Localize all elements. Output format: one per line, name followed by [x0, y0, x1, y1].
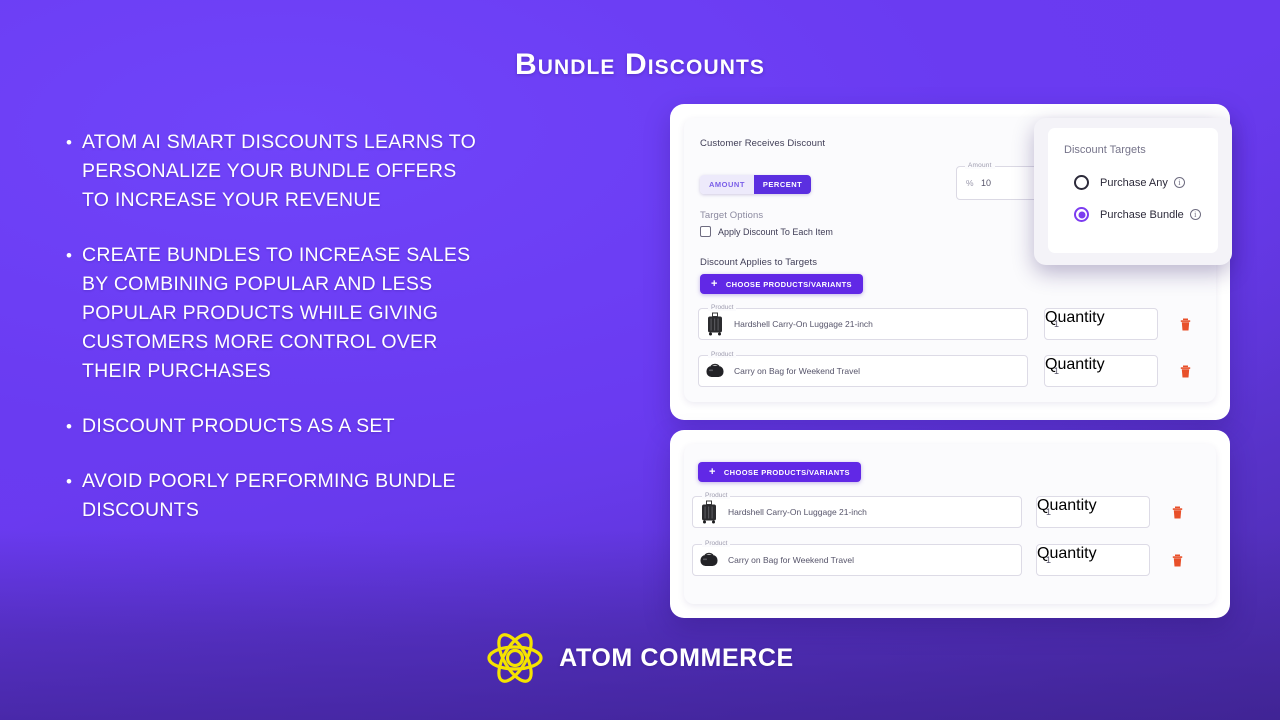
- target-options-label: Target Options: [700, 210, 764, 221]
- apply-each-item-label: Apply Discount To Each Item: [718, 226, 833, 237]
- bullet-dot-icon: •: [66, 417, 72, 436]
- radio-label: Purchase Any: [1100, 176, 1168, 189]
- quantity-input-value[interactable]: 1: [1046, 507, 1051, 517]
- amount-field-legend: Amount: [965, 162, 995, 169]
- duffel-bag-icon: [704, 359, 726, 383]
- feature-bullet-list: • Atom AI Smart Discounts learns to pers…: [66, 128, 486, 551]
- delete-row-icon[interactable]: [1180, 318, 1191, 331]
- product-field-legend: Product: [702, 492, 731, 499]
- percent-prefix-icon: %: [966, 178, 974, 188]
- tab-percent[interactable]: PERCENT: [753, 175, 812, 194]
- atom-icon: [486, 629, 544, 687]
- radio-icon[interactable]: [1074, 175, 1089, 190]
- bundle-products-panel: + CHOOSE PRODUCTS/VARIANTS Product Hards…: [684, 444, 1216, 604]
- info-icon[interactable]: i: [1173, 177, 1185, 188]
- apply-discount-each-item-row[interactable]: Apply Discount To Each Item: [700, 226, 833, 237]
- table-row: Product Hardshell Carry-On Luggage 21-in…: [692, 492, 1183, 528]
- choose-products-variants-button[interactable]: + CHOOSE PRODUCTS/VARIANTS: [698, 462, 861, 482]
- quantity-input-value[interactable]: 1: [1054, 319, 1059, 329]
- product-name: Carry on Bag for Weekend Travel: [734, 366, 860, 376]
- radio-option-purchase-any[interactable]: Purchase Any i: [1074, 175, 1185, 190]
- list-item: • Atom AI Smart Discounts learns to pers…: [66, 128, 486, 215]
- choose-products-label: CHOOSE PRODUCTS/VARIANTS: [725, 279, 852, 289]
- product-field-legend: Product: [708, 304, 737, 311]
- bullet-dot-icon: •: [66, 472, 72, 491]
- list-item: • Create bundles to increase sales by co…: [66, 241, 486, 386]
- list-item: • Avoid poorly performing bundle discoun…: [66, 467, 486, 525]
- product-field[interactable]: Product Carry on Bag for Weekend Travel: [692, 540, 1022, 576]
- product-field[interactable]: Product Hardshell Carry-On Luggage 21-in…: [698, 304, 1028, 340]
- delete-row-icon[interactable]: [1180, 365, 1191, 378]
- radio-option-purchase-bundle[interactable]: Purchase Bundle i: [1074, 207, 1201, 222]
- quantity-field[interactable]: Quantity 1: [1036, 544, 1150, 576]
- customer-receives-label: Customer Receives Discount: [700, 138, 826, 149]
- discount-targets-popover: Discount Targets Purchase Any i Purchase…: [1034, 118, 1232, 265]
- discount-targets-title: Discount Targets: [1064, 144, 1146, 156]
- plus-icon: +: [709, 465, 716, 478]
- bullet-dot-icon: •: [66, 246, 72, 265]
- table-row: Product Carry on Bag for Weekend Travel …: [698, 351, 1191, 387]
- brand-name: ATOM COMMERCE: [559, 643, 794, 672]
- tab-amount[interactable]: AMOUNT: [700, 175, 754, 194]
- plus-icon: +: [711, 277, 718, 290]
- page-title: Bundle Discounts: [514, 48, 766, 81]
- delete-row-icon[interactable]: [1172, 506, 1183, 519]
- table-row: Product Hardshell Carry-On Luggage 21-in…: [698, 304, 1191, 340]
- product-field[interactable]: Product Carry on Bag for Weekend Travel: [698, 351, 1028, 387]
- choose-products-label: CHOOSE PRODUCTS/VARIANTS: [723, 467, 850, 477]
- product-field-legend: Product: [708, 351, 737, 358]
- radio-icon[interactable]: [1074, 207, 1089, 222]
- list-item: • Discount products as a set: [66, 412, 486, 441]
- info-icon[interactable]: i: [1189, 209, 1201, 220]
- bullet-text: Discount products as a set: [82, 415, 395, 437]
- product-name: Hardshell Carry-On Luggage 21-inch: [728, 507, 867, 517]
- brand-footer: ATOM COMMERCE: [0, 629, 1280, 687]
- bullet-dot-icon: •: [66, 133, 72, 152]
- discount-targets-inner: Discount Targets Purchase Any i Purchase…: [1048, 128, 1218, 253]
- discount-type-toggle[interactable]: AMOUNT PERCENT: [700, 175, 812, 194]
- radio-label: Purchase Bundle: [1100, 208, 1184, 221]
- choose-products-variants-button[interactable]: + CHOOSE PRODUCTS/VARIANTS: [700, 274, 863, 294]
- suitcase-icon: [698, 500, 720, 524]
- product-name: Hardshell Carry-On Luggage 21-inch: [734, 319, 873, 329]
- delete-row-icon[interactable]: [1172, 554, 1183, 567]
- bullet-text: Avoid poorly performing bundle discounts: [82, 470, 456, 521]
- quantity-field[interactable]: Quantity 1: [1044, 308, 1158, 340]
- duffel-bag-icon: [698, 548, 720, 572]
- bullet-text: Atom AI Smart Discounts learns to person…: [82, 131, 477, 211]
- bullet-text: Create bundles to increase sales by comb…: [82, 244, 471, 382]
- quantity-field[interactable]: Quantity 1: [1044, 355, 1158, 387]
- product-name: Carry on Bag for Weekend Travel: [728, 555, 854, 565]
- product-field-legend: Product: [702, 540, 731, 547]
- table-row: Product Carry on Bag for Weekend Travel …: [692, 540, 1183, 576]
- quantity-field[interactable]: Quantity 1: [1036, 496, 1150, 528]
- amount-input-value[interactable]: 10: [981, 178, 991, 188]
- quantity-input-value[interactable]: 1: [1046, 555, 1051, 565]
- bundle-products-card: + CHOOSE PRODUCTS/VARIANTS Product Hards…: [670, 430, 1230, 618]
- product-field[interactable]: Product Hardshell Carry-On Luggage 21-in…: [692, 492, 1022, 528]
- discount-applies-label: Discount Applies to Targets: [700, 257, 818, 268]
- suitcase-icon: [704, 312, 726, 336]
- quantity-input-value[interactable]: 1: [1054, 366, 1059, 376]
- checkbox-apply-each-item[interactable]: [700, 226, 711, 237]
